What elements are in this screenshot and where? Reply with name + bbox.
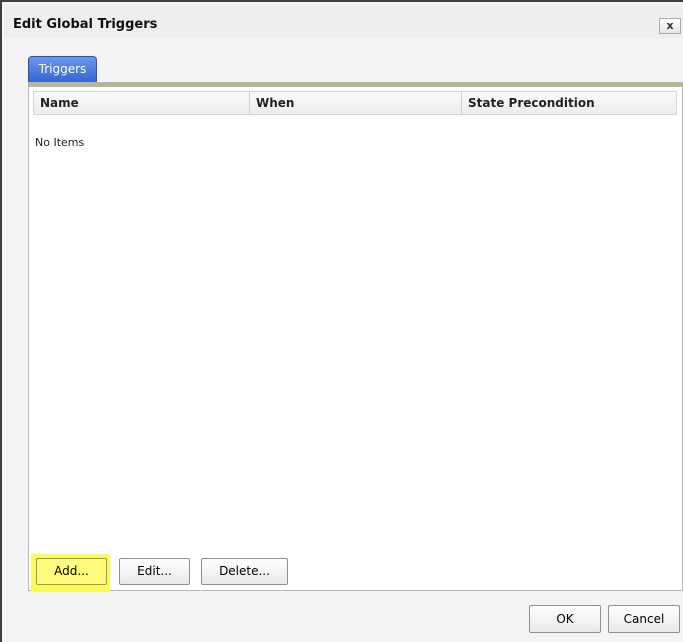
column-header-state-precondition[interactable]: State Precondition (462, 92, 676, 114)
empty-list-message: No Items (35, 136, 85, 149)
delete-button[interactable]: Delete... (201, 558, 288, 585)
grid-header: Name When State Precondition (33, 91, 677, 115)
dialog-title: Edit Global Triggers (13, 17, 158, 32)
column-header-name[interactable]: Name (34, 92, 250, 114)
dialog-titlebar: Edit Global Triggers x (4, 4, 683, 38)
ok-button[interactable]: OK (529, 605, 601, 633)
cancel-button[interactable]: Cancel (608, 605, 680, 633)
edit-global-triggers-dialog: Edit Global Triggers x Triggers Name Whe… (0, 0, 683, 642)
tab-triggers[interactable]: Triggers (28, 56, 97, 82)
add-button[interactable]: Add... (36, 558, 107, 585)
close-button[interactable]: x (659, 18, 681, 34)
edit-button[interactable]: Edit... (119, 558, 190, 585)
column-header-when[interactable]: When (250, 92, 462, 114)
triggers-panel: Name When State Precondition No Items (28, 87, 683, 591)
